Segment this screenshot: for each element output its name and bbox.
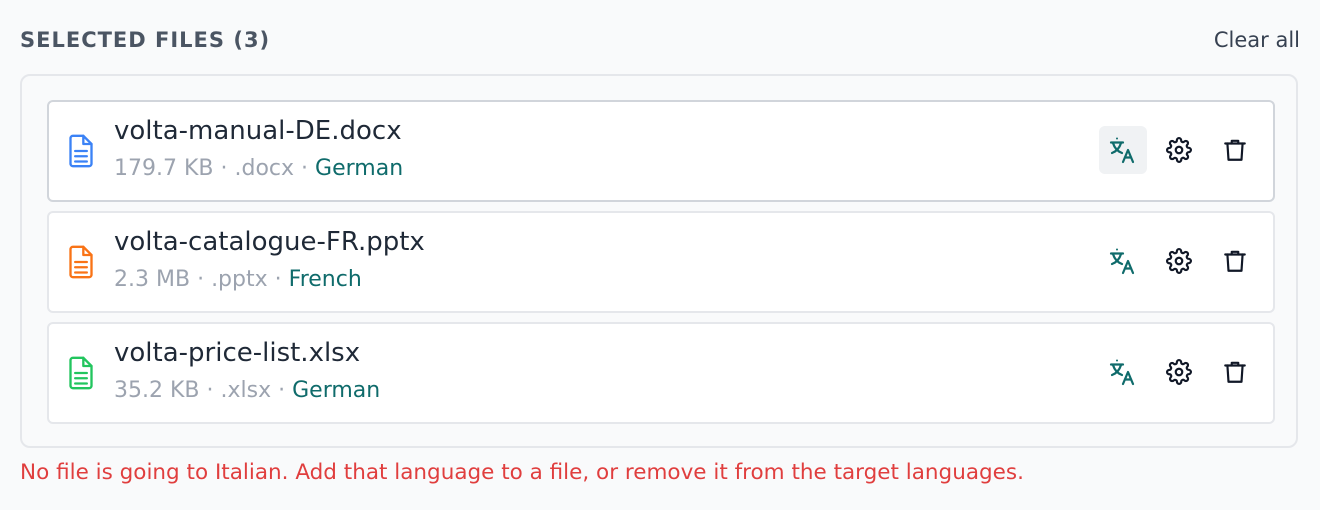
file-meta: 179.7 KB · .docx · German xyxy=(114,156,403,181)
document-icon xyxy=(69,245,93,279)
gear-icon xyxy=(1166,248,1192,274)
file-name: volta-manual-DE.docx xyxy=(114,116,402,146)
trash-icon xyxy=(1224,139,1246,161)
meta-separator: · xyxy=(220,156,228,181)
file-row: volta-manual-DE.docx 179.7 KB · .docx · … xyxy=(47,100,1275,202)
file-name: volta-price-list.xlsx xyxy=(114,338,361,368)
translate-button[interactable] xyxy=(1099,348,1147,396)
settings-button[interactable] xyxy=(1155,237,1203,285)
trash-icon xyxy=(1224,250,1246,272)
gear-icon xyxy=(1166,359,1192,385)
translate-icon xyxy=(1109,359,1135,386)
file-list: volta-manual-DE.docx 179.7 KB · .docx · … xyxy=(47,100,1275,433)
file-meta: 35.2 KB · .xlsx · German xyxy=(114,378,380,403)
file-extension: .xlsx xyxy=(220,378,272,403)
meta-separator: · xyxy=(206,378,214,403)
meta-separator: · xyxy=(278,378,286,403)
file-extension: .pptx xyxy=(211,267,268,292)
selected-files-header: SELECTED FILES (3) Clear all xyxy=(20,22,1300,58)
settings-button[interactable] xyxy=(1155,126,1203,174)
delete-button[interactable] xyxy=(1211,237,1259,285)
meta-separator: · xyxy=(301,156,309,181)
file-row: volta-price-list.xlsx 35.2 KB · .xlsx · … xyxy=(47,322,1275,424)
file-size: 2.3 MB xyxy=(114,267,191,292)
file-language: German xyxy=(315,156,404,181)
translate-icon xyxy=(1109,137,1135,164)
file-extension: .docx xyxy=(234,156,295,181)
settings-button[interactable] xyxy=(1155,348,1203,396)
file-name: volta-catalogue-FR.pptx xyxy=(114,227,425,257)
section-title: SELECTED FILES (3) xyxy=(20,28,271,52)
translate-button[interactable] xyxy=(1099,237,1147,285)
meta-separator: · xyxy=(197,267,205,292)
gear-icon xyxy=(1166,137,1192,163)
file-actions xyxy=(1099,348,1259,396)
delete-button[interactable] xyxy=(1211,348,1259,396)
file-meta: 2.3 MB · .pptx · French xyxy=(114,267,362,292)
delete-button[interactable] xyxy=(1211,126,1259,174)
translate-button[interactable] xyxy=(1099,126,1147,174)
file-size: 35.2 KB xyxy=(114,378,200,403)
trash-icon xyxy=(1224,361,1246,383)
file-language: French xyxy=(288,267,362,292)
file-size: 179.7 KB xyxy=(114,156,214,181)
document-icon xyxy=(69,134,93,168)
file-row: volta-catalogue-FR.pptx 2.3 MB · .pptx ·… xyxy=(47,211,1275,313)
file-actions xyxy=(1099,126,1259,174)
clear-all-button[interactable]: Clear all xyxy=(1214,28,1300,52)
error-message: No file is going to Italian. Add that la… xyxy=(20,460,1024,485)
meta-separator: · xyxy=(274,267,282,292)
document-icon xyxy=(69,356,93,390)
translate-icon xyxy=(1109,248,1135,275)
files-panel: volta-manual-DE.docx 179.7 KB · .docx · … xyxy=(20,74,1298,448)
file-language: German xyxy=(292,378,381,403)
file-actions xyxy=(1099,237,1259,285)
